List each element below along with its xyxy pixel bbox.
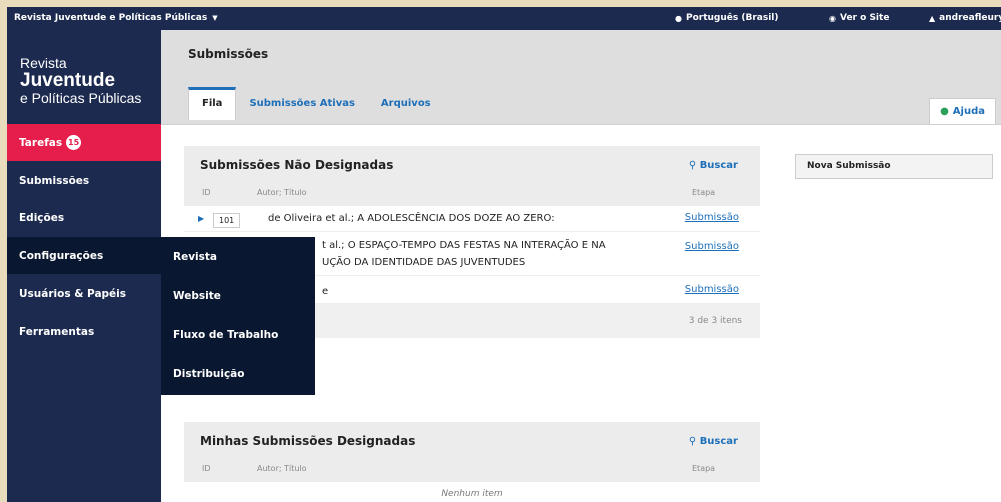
- sidebar-item-tools[interactable]: Ferramentas: [7, 313, 161, 350]
- brand-line2: Juventude: [20, 69, 116, 91]
- column-headers: ID Autor; Título Etapa: [184, 184, 760, 206]
- new-submission-button[interactable]: Nova Submissão: [795, 154, 993, 179]
- submenu-item-journal[interactable]: Revista: [161, 237, 315, 276]
- tasks-button[interactable]: Tarefas 15: [7, 124, 161, 161]
- column-author-title: Autor; Título: [257, 464, 307, 473]
- site-switcher[interactable]: Revista Juventude e Políticas Públicas ▼: [14, 13, 218, 23]
- settings-submenu: Revista Website Fluxo de Trabalho Distri…: [161, 237, 315, 395]
- search-icon: ⚲: [688, 435, 700, 447]
- sidebar-item-submissions[interactable]: Submissões: [7, 162, 161, 199]
- submission-title-line2: UÇÃO DA IDENTIDADE DAS JUVENTUDES: [322, 257, 526, 268]
- stage-link[interactable]: Submissão: [685, 212, 739, 223]
- site-name: Revista Juventude e Políticas Públicas: [14, 13, 208, 23]
- panel-header: Submissões Não Designadas ⚲ Buscar: [184, 146, 760, 184]
- sidebar: Revista Juventude e Políticas Públicas T…: [7, 30, 161, 502]
- search-button[interactable]: ⚲ Buscar: [689, 160, 738, 171]
- sidebar-item-label: Submissões: [19, 174, 90, 187]
- sidebar-item-label: Configurações: [19, 249, 104, 262]
- column-author-title: Autor; Título: [257, 188, 307, 197]
- submission-title: de Oliveira et al.; A ADOLESCÊNCIA DOS D…: [268, 213, 555, 224]
- sidebar-item-label: Edições: [19, 211, 65, 224]
- page-header: Submissões Fila Submissões Ativas Arquiv…: [161, 30, 1001, 125]
- info-icon: ●: [940, 106, 949, 117]
- submenu-item-distribution[interactable]: Distribuição: [161, 354, 315, 393]
- tasks-count-badge: 15: [66, 135, 82, 150]
- search-label: Buscar: [699, 159, 738, 171]
- help-button[interactable]: ● Ajuda: [929, 98, 996, 124]
- stage-link[interactable]: Submissão: [685, 284, 739, 295]
- page-title: Submissões: [188, 47, 269, 61]
- empty-message: Nenhum item: [441, 489, 503, 499]
- panel-title: Minhas Submissões Designadas: [200, 434, 416, 448]
- submission-id: 101: [213, 213, 241, 228]
- expand-arrow-icon[interactable]: ▶: [198, 214, 204, 223]
- search-label: Buscar: [699, 435, 738, 447]
- panel-header: Minhas Submissões Designadas ⚲ Buscar: [184, 422, 760, 460]
- user-menu[interactable]: ▲ andreafleury: [929, 13, 1001, 23]
- sidebar-item-settings[interactable]: Configurações: [7, 237, 161, 274]
- language-label: Português (Brasil): [685, 13, 779, 23]
- table-row[interactable]: ▶ 101 de Oliveira et al.; A ADOLESCÊNCIA…: [184, 206, 760, 232]
- item-count: 3 de 3 itens: [688, 316, 742, 326]
- tab-archives[interactable]: Arquivos: [368, 88, 444, 120]
- view-site-link[interactable]: ◉ Ver o Site: [829, 13, 889, 23]
- user-icon: ▲: [929, 13, 936, 23]
- language-switcher[interactable]: ● Português (Brasil): [675, 13, 778, 23]
- column-headers: ID Autor; Título Etapa: [184, 460, 760, 482]
- stage-link[interactable]: Submissão: [685, 241, 739, 252]
- app-frame: Revista Juventude e Políticas Públicas ▼ …: [7, 7, 1001, 502]
- sidebar-item-label: Usuários & Papéis: [19, 287, 127, 300]
- eye-icon: ◉: [829, 13, 836, 23]
- tab-active-submissions[interactable]: Submissões Ativas: [236, 88, 367, 120]
- submenu-item-website[interactable]: Website: [161, 276, 315, 315]
- top-bar: Revista Juventude e Políticas Públicas ▼ …: [7, 7, 1001, 30]
- sidebar-item-issues[interactable]: Edições: [7, 199, 161, 236]
- my-assigned-submissions-panel: Minhas Submissões Designadas ⚲ Buscar ID…: [184, 422, 760, 502]
- caret-down-icon: ▼: [212, 14, 218, 22]
- column-stage: Etapa: [692, 464, 716, 473]
- search-icon: ⚲: [688, 159, 700, 171]
- help-label: Ajuda: [952, 106, 985, 117]
- globe-icon: ●: [675, 13, 682, 23]
- tab-bar: Fila Submissões Ativas Arquivos: [188, 87, 444, 120]
- view-site-label: Ver o Site: [839, 13, 890, 23]
- submenu-item-workflow[interactable]: Fluxo de Trabalho: [161, 315, 315, 354]
- sidebar-item-label: Ferramentas: [19, 325, 95, 338]
- search-button[interactable]: ⚲ Buscar: [689, 436, 738, 447]
- tab-queue[interactable]: Fila: [188, 87, 237, 120]
- journal-logo[interactable]: Revista Juventude e Políticas Públicas: [20, 56, 141, 105]
- brand-line1: Revista: [20, 55, 67, 71]
- column-id: ID: [202, 188, 211, 197]
- column-id: ID: [202, 464, 211, 473]
- panel-title: Submissões Não Designadas: [200, 158, 394, 172]
- brand-line3: e Políticas Públicas: [20, 89, 142, 106]
- user-name: andreafleury: [939, 13, 1001, 23]
- sidebar-item-users-roles[interactable]: Usuários & Papéis: [7, 275, 161, 312]
- tasks-label: Tarefas: [19, 136, 63, 149]
- column-stage: Etapa: [692, 188, 716, 197]
